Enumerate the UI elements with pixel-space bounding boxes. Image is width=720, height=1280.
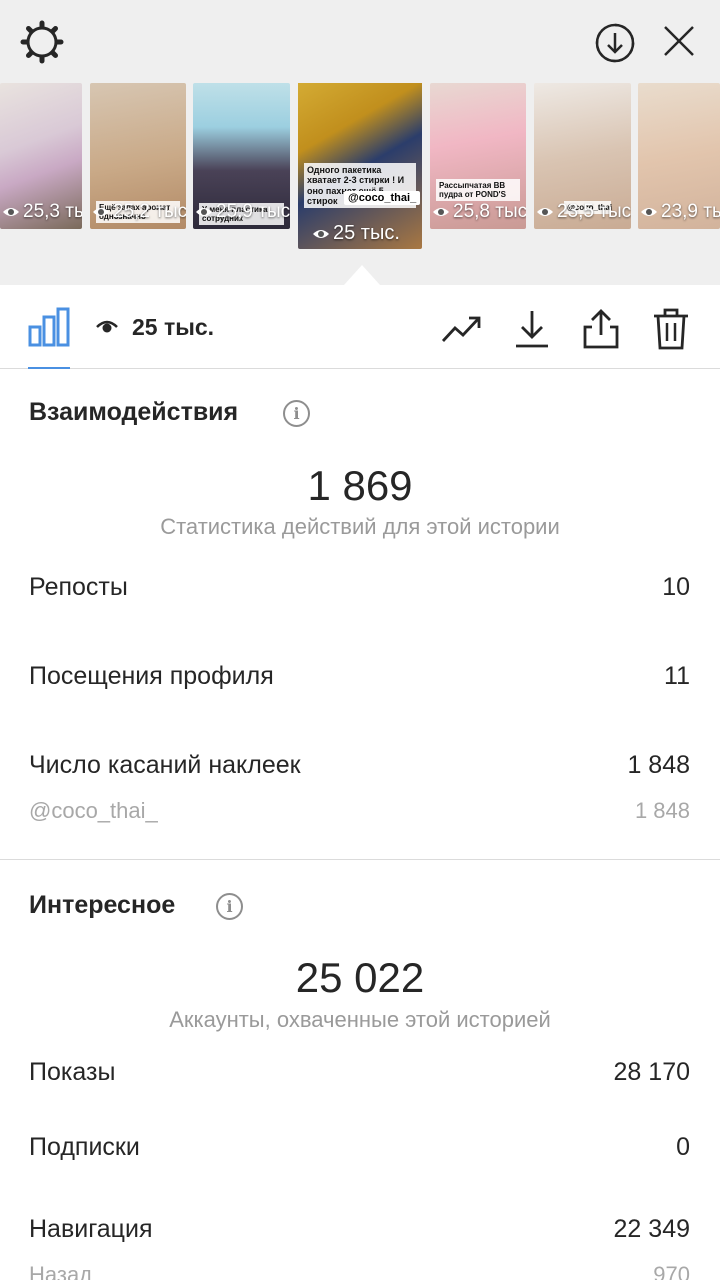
thumbnail-views-label: 25 тыс.	[333, 222, 400, 244]
eye-icon	[641, 208, 657, 216]
story-thumbnails-strip: 25,3 тыс. Ещё запах аромат однозначно 25…	[0, 83, 720, 253]
eye-icon	[93, 208, 109, 216]
interactions-total: 1 869	[307, 462, 413, 509]
navigation-value: 22 349	[613, 1215, 690, 1243]
interactions-title: Взаимодействия	[29, 398, 239, 426]
info-icon[interactable]: i	[216, 893, 243, 920]
discovery-subtitle: Аккаунты, охваченные этой историей	[169, 1007, 551, 1032]
close-icon[interactable]	[656, 18, 702, 64]
eye-icon	[433, 208, 449, 216]
eye-icon	[313, 229, 329, 238]
download-circle-icon[interactable]	[590, 18, 640, 68]
story-thumbnail[interactable]: 25,3 тыс.	[0, 83, 82, 229]
profile-visits-label: Посещения профиля	[29, 662, 274, 690]
thumbnail-views: 25,3 тыс.	[2, 201, 82, 223]
sticker-taps-label: Число касаний наклеек	[29, 751, 301, 779]
discovery-total: 25 022	[295, 954, 425, 1001]
trash-icon[interactable]	[649, 307, 693, 351]
thumbnail-views-label: 25,3 тыс.	[23, 201, 82, 222]
sticker-mention-value: 1 848	[634, 798, 690, 823]
thumbnail-views-label: 25,9 тыс.	[216, 201, 290, 222]
trending-icon[interactable]	[440, 307, 484, 351]
story-views-count: 25 тыс.	[132, 314, 215, 340]
settings-gear-icon[interactable]	[18, 18, 66, 66]
download-icon[interactable]	[510, 307, 554, 351]
navigation-label: Навигация	[29, 1215, 153, 1243]
story-thumbnail[interactable]: @coco_thai 23,5 тыс.	[534, 83, 631, 229]
story-thumbnail[interactable]: Ещё запах аромат однозначно 25,2 тыс.	[90, 83, 186, 229]
reposts-value: 10	[662, 573, 690, 601]
thumbnail-views-label: 25,8 тыс.	[453, 201, 526, 222]
story-preview-header: 25,3 тыс. Ещё запах аромат однозначно 25…	[0, 0, 720, 285]
interactions-subtitle: Статистика действий для этой истории	[160, 514, 560, 539]
follows-label: Подписки	[29, 1133, 140, 1161]
story-thumbnail[interactable]: Рассыпчатая ВВ пудра от POND'S 25,8 тыс.	[430, 83, 526, 229]
eye-icon	[3, 208, 19, 216]
sticker-taps-value: 1 848	[627, 751, 690, 779]
story-thumbnail[interactable]: У меня пластика сотрудник 25,9 тыс.	[193, 83, 290, 229]
impressions-value: 28 170	[613, 1058, 690, 1086]
thumbnail-views-label: 25,2 тыс.	[113, 201, 186, 222]
sticker-mention-label: @coco_thai_	[29, 798, 158, 823]
eye-icon	[196, 208, 212, 216]
thumbnail-views: 25 тыс.	[312, 222, 400, 245]
thumbnail-views-label: 23,5 тыс.	[557, 201, 631, 222]
active-tab-indicator	[28, 367, 70, 369]
story-thumbnail-selected[interactable]: Одного пакетика хватает 2-3 стирки ! И о…	[298, 83, 422, 249]
mention-sticker: @coco_thai_	[344, 191, 421, 205]
share-icon[interactable]	[579, 307, 623, 351]
eye-icon	[96, 320, 118, 333]
thumbnail-caption: Рассыпчатая ВВ пудра от POND'S	[436, 179, 520, 202]
thumbnail-views: 23,5 тыс.	[536, 201, 631, 223]
thumbnail-views: 25,8 тыс.	[432, 201, 526, 223]
impressions-label: Показы	[29, 1058, 116, 1086]
eye-icon	[537, 208, 553, 216]
reposts-label: Репосты	[29, 573, 128, 601]
follows-value: 0	[676, 1133, 690, 1161]
section-divider	[0, 859, 720, 860]
story-thumbnail[interactable]: 23,9 тыс.	[638, 83, 720, 229]
back-value: 970	[653, 1262, 690, 1280]
discovery-title: Интересное	[29, 891, 176, 919]
thumbnail-views: 25,9 тыс.	[195, 201, 290, 223]
insights-toolbar: 25 тыс.	[0, 285, 720, 369]
thumbnail-views-label: 23,9 тыс.	[661, 201, 720, 222]
thumbnail-views: 23,9 тыс.	[640, 201, 720, 223]
thumbnail-views: 25,2 тыс.	[92, 201, 186, 223]
bar-chart-icon[interactable]	[28, 307, 70, 352]
profile-visits-value: 11	[664, 662, 690, 690]
info-icon[interactable]: i	[283, 400, 310, 427]
selected-pointer	[344, 265, 380, 285]
back-label: Назад	[29, 1262, 93, 1280]
